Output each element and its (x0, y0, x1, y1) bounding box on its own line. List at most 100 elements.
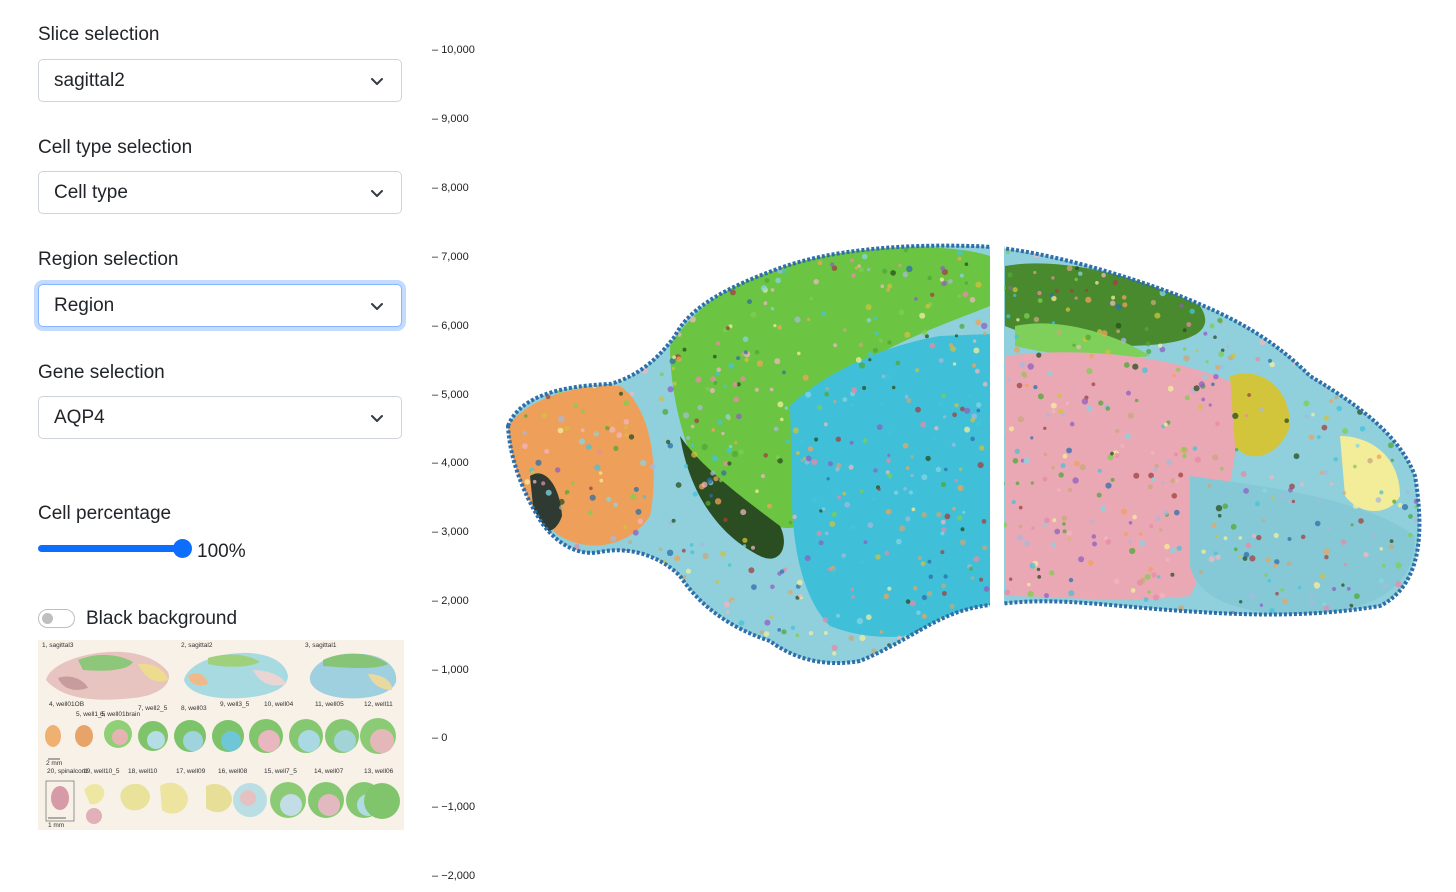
cell-dot (1098, 400, 1104, 406)
cell-dot (1397, 369, 1402, 374)
cell-dot (535, 245, 539, 247)
cell-dot (831, 568, 837, 574)
cell-dot (1365, 372, 1370, 377)
cell-dot (970, 417, 976, 423)
cell-dot (874, 331, 879, 336)
cell-dot (790, 625, 796, 630)
cell-dot (1371, 306, 1376, 311)
thumb-label: 20, spinalcord (47, 768, 88, 775)
cell-dot (1171, 493, 1178, 499)
cell-dot (508, 577, 513, 582)
cell-dot (854, 266, 859, 270)
cell-dot (619, 297, 624, 303)
cell-dot (738, 449, 744, 455)
cell-dot (1217, 513, 1222, 518)
cell-dot (1124, 532, 1128, 537)
cell-dot (1269, 305, 1276, 312)
cell-dot (851, 594, 855, 599)
cell-dot (686, 265, 692, 272)
slice-select[interactable]: sagittal2 (38, 59, 402, 102)
cell-dot (682, 347, 687, 352)
cell-dot (1249, 593, 1256, 599)
cell-dot (1366, 236, 1371, 239)
cell-dot (1299, 349, 1306, 356)
cell-dot (904, 394, 909, 399)
cell-dot (1288, 248, 1292, 252)
cell-dot (1289, 483, 1295, 490)
cell-dot (942, 238, 947, 243)
cell-dot (742, 537, 748, 543)
cell-dot (672, 355, 676, 360)
cell-dot (1051, 465, 1055, 470)
cell-percentage-slider-handle[interactable] (173, 539, 192, 558)
cell-dot (1009, 426, 1014, 432)
cell-dot (956, 515, 963, 521)
cell-dot (1207, 275, 1212, 280)
cell-dot (721, 250, 728, 256)
chevron-down-icon (371, 303, 383, 310)
cell-dot (1420, 464, 1424, 468)
chevron-down-icon (371, 190, 383, 197)
cell-dot (1240, 471, 1247, 477)
cell-type-select[interactable]: Cell type (38, 171, 402, 214)
cell-dot (1353, 464, 1357, 469)
cell-dot (579, 319, 586, 327)
cell-dot (544, 448, 550, 454)
thumb-sagittal1 (309, 653, 397, 699)
spatial-scatter-plot[interactable] (500, 236, 1430, 672)
cell-dot (595, 610, 599, 614)
thumb-label: 10, well04 (264, 701, 294, 708)
cell-dot (964, 281, 968, 285)
cell-dot (671, 367, 675, 371)
cell-dot (586, 652, 592, 659)
cell-dot (1134, 398, 1139, 403)
cell-dot (881, 374, 886, 379)
cell-dot (1015, 481, 1020, 486)
thumb-label: 3, sagittal1 (305, 642, 337, 649)
thumb-label: 1, sagittal3 (42, 642, 74, 649)
cell-dot (599, 478, 604, 483)
cell-dot (713, 476, 719, 482)
cell-dot (1354, 289, 1359, 294)
gene-select[interactable]: AQP4 (38, 396, 402, 439)
black-background-toggle[interactable] (38, 609, 75, 628)
cell-dot (597, 450, 602, 455)
cell-dot (1049, 292, 1054, 297)
cell-dot (608, 601, 614, 608)
cell-dot (1072, 477, 1079, 484)
cell-dot (1218, 351, 1225, 357)
cell-dot (1259, 407, 1265, 413)
cell-dot (775, 239, 779, 243)
cell-dot (1189, 308, 1195, 314)
cell-percentage-label: Cell percentage (38, 503, 172, 524)
cell-dot (1232, 412, 1239, 419)
cell-percentage-slider-track[interactable] (38, 545, 184, 552)
cell-dot (1037, 290, 1042, 296)
cell-dot (538, 312, 543, 317)
cell-dot (781, 629, 787, 635)
cell-dot (1325, 436, 1330, 441)
cell-dot (783, 252, 787, 256)
cell-dot (952, 362, 957, 366)
y-tick-label: – 9,000 (432, 113, 469, 125)
cell-dot (1388, 442, 1394, 449)
cell-dot (1395, 390, 1399, 395)
cell-dot (1264, 573, 1268, 577)
cell-dot (526, 602, 531, 606)
region-select[interactable]: Region (38, 284, 402, 327)
cell-dot (1404, 311, 1409, 316)
cell-dot (1017, 416, 1024, 423)
cell-dot (967, 393, 972, 398)
cell-dot (691, 451, 698, 458)
cell-dot (1261, 518, 1266, 523)
cell-dot (1165, 557, 1170, 562)
cell-dot (879, 630, 884, 634)
thumb-label: 15, well7_5 (264, 768, 297, 775)
cell-dot (1050, 402, 1057, 409)
cell-dot (1426, 341, 1430, 345)
cell-dot (1342, 491, 1347, 495)
cell-dot (780, 417, 784, 422)
cell-dot (744, 250, 749, 255)
cell-dot (1030, 436, 1034, 440)
cell-dot (522, 310, 527, 316)
